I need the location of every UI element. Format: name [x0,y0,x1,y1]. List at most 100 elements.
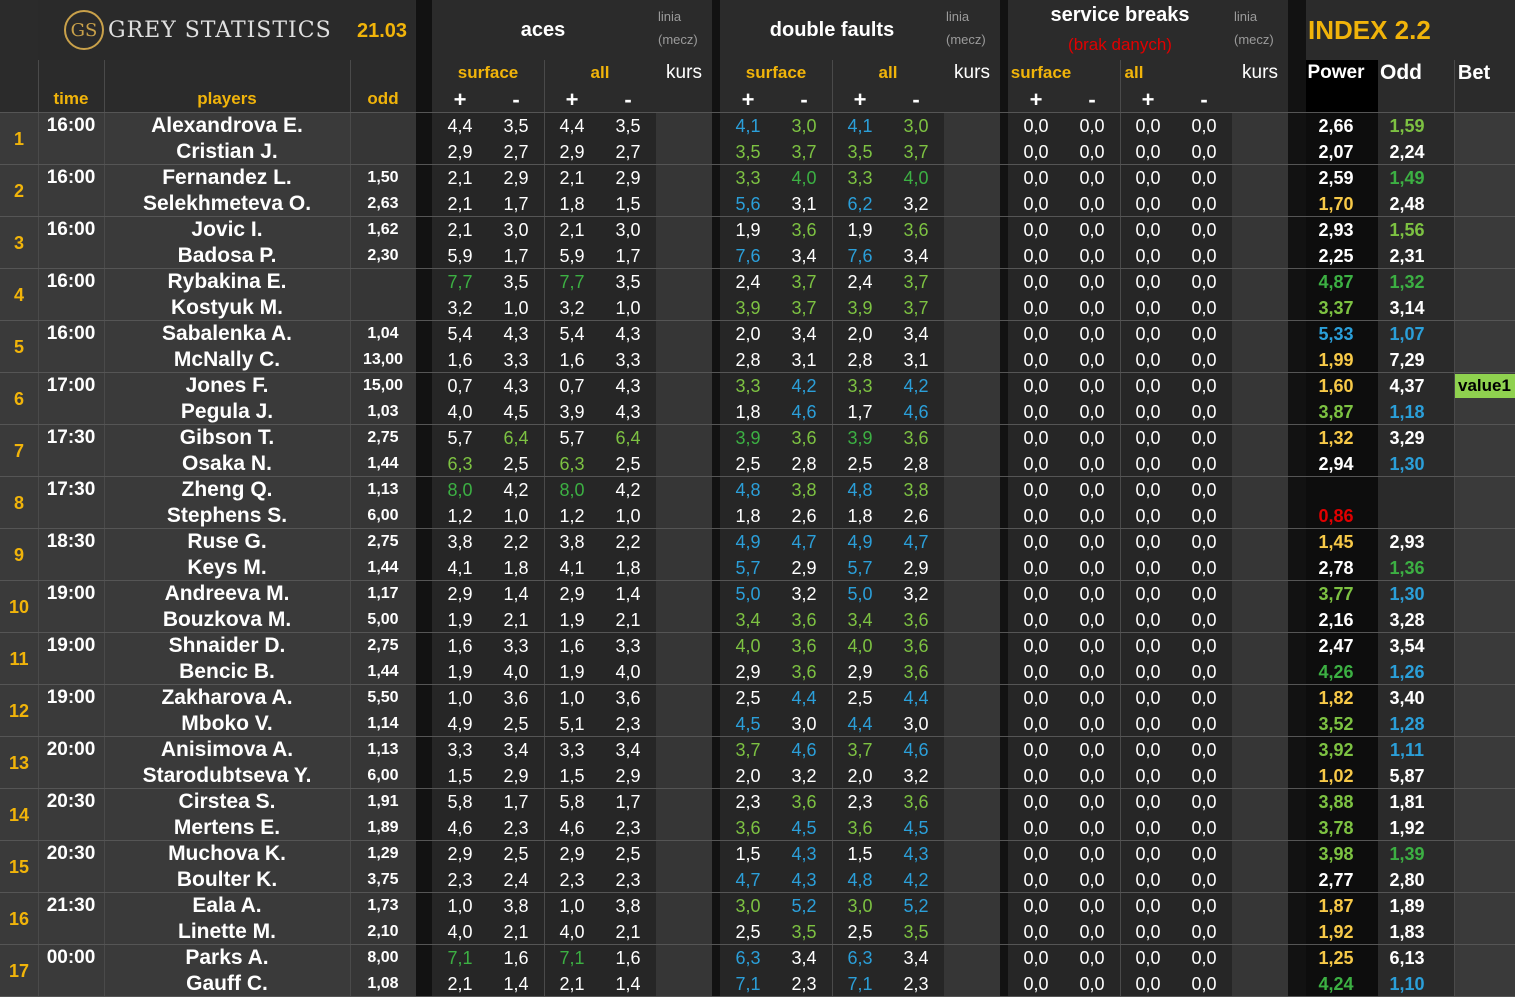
player-name[interactable]: Linette M. [104,919,350,945]
double-faults-value: 3,6 [847,817,873,838]
player-name[interactable]: Badosa P. [104,243,350,269]
aces-value: 1,9 [447,661,473,682]
player-name[interactable]: Sabalenka A. [104,321,350,347]
index-odd-value: 1,30 [1389,583,1425,604]
player-name[interactable]: Shnaider D. [104,633,350,659]
player-name[interactable]: Osaka N. [104,451,350,477]
aces-value: 1,9 [559,661,585,682]
aces-value: 5,4 [559,323,585,344]
power-value: 1,92 [1318,921,1354,942]
player-name[interactable]: Fernandez L. [104,165,350,191]
service-breaks-value: 0,0 [1023,141,1049,162]
double-faults-value: 4,4 [847,713,873,734]
player-name[interactable]: Cirstea S. [104,789,350,815]
player-name[interactable]: Starodubtseva Y. [104,763,350,789]
player-name[interactable]: Zakharova A. [104,685,350,711]
double-faults-value: 2,3 [847,791,873,812]
service-breaks-value: 0,0 [1191,609,1217,630]
double-faults-value: 2,0 [847,765,873,786]
player-name[interactable]: Andreeva M. [104,581,350,607]
power-value: 0,86 [1318,505,1354,526]
player-name[interactable]: Anisimova A. [104,737,350,763]
double-faults-value: 4,7 [791,531,817,552]
aces-value: 4,1 [447,557,473,578]
double-faults-value: 2,8 [791,453,817,474]
player-name[interactable]: Muchova K. [104,841,350,867]
player-name[interactable]: Boulter K. [104,867,350,893]
double-faults-value: 3,7 [791,141,817,162]
player-name[interactable]: Cristian J. [104,139,350,165]
player-name[interactable]: Bencic B. [104,659,350,685]
player-name[interactable]: Jovic I. [104,217,350,243]
double-faults-value: 3,2 [903,583,929,604]
aces-value: 1,0 [447,687,473,708]
double-faults-value: 3,9 [735,297,761,318]
match-time: 16:00 [46,115,96,136]
service-breaks-value: 0,0 [1135,297,1161,318]
double-faults-value: 3,2 [791,583,817,604]
player-name[interactable]: Bouzkova M. [104,607,350,633]
player-name[interactable]: Kostyuk M. [104,295,350,321]
aces-value: 6,3 [447,453,473,474]
double-faults-value: 1,9 [735,219,761,240]
row-number: 1 [13,128,24,149]
player-name[interactable]: Gibson T. [104,425,350,451]
index-odd-value [1378,503,1436,529]
player-name[interactable]: Gauff C. [104,971,350,997]
match-time: 16:00 [46,219,96,240]
aces-kurs-column [656,113,712,997]
double-faults-value: 2,0 [847,323,873,344]
match-time: 16:00 [46,271,96,292]
player-name[interactable]: Pegula J. [104,399,350,425]
player-name[interactable]: Jones F. [104,373,350,399]
service-breaks-value: 0,0 [1079,557,1105,578]
aces-value: 5,9 [559,245,585,266]
double-faults-value: 3,3 [847,375,873,396]
player-name[interactable]: Alexandrova E. [104,113,350,139]
match-time: 17:00 [46,375,96,396]
power-value: 2,16 [1318,609,1354,630]
service-breaks-value: 0,0 [1191,895,1217,916]
player-name[interactable]: Ruse G. [104,529,350,555]
player-name[interactable]: Mboko V. [104,711,350,737]
double-faults-value: 2,8 [903,453,929,474]
separator [712,0,720,997]
service-breaks-value: 0,0 [1135,765,1161,786]
service-breaks-value: 0,0 [1079,973,1105,994]
aces-value: 7,1 [559,947,585,968]
index-odd-value: 1,56 [1389,219,1425,240]
service-breaks-value: 0,0 [1135,635,1161,656]
aces-value: 2,9 [615,765,641,786]
player-name[interactable]: McNally C. [104,347,350,373]
service-breaks-value: 0,0 [1135,141,1161,162]
service-breaks-value: 0,0 [1023,947,1049,968]
player-name[interactable]: Mertens E. [104,815,350,841]
player-name[interactable]: Rybakina E. [104,269,350,295]
aces-value: 1,9 [559,609,585,630]
power-value: 1,02 [1318,765,1354,786]
double-faults-value: 4,8 [847,869,873,890]
player-name[interactable]: Zheng Q. [104,477,350,503]
aces-value: 3,3 [615,635,641,656]
aces-value: 1,7 [615,791,641,812]
service-breaks-value: 0,0 [1135,791,1161,812]
aces-value: 1,4 [503,583,529,604]
aces-value: 1,0 [447,895,473,916]
double-faults-value: 3,8 [791,479,817,500]
bookmaker-odd: 1,03 [367,403,399,420]
player-name[interactable]: Eala A. [104,893,350,919]
double-faults-value: 5,7 [735,557,761,578]
player-name[interactable]: Keys M. [104,555,350,581]
aces-value: 2,3 [447,869,473,890]
service-breaks-value: 0,0 [1135,661,1161,682]
aces-value: 4,6 [447,817,473,838]
player-name[interactable]: Stephens S. [104,503,350,529]
service-breaks-value: 0,0 [1023,921,1049,942]
service-breaks-value: 0,0 [1135,609,1161,630]
aces-value: 1,6 [559,349,585,370]
double-faults-value: 3,6 [903,609,929,630]
aces-value: 3,5 [615,271,641,292]
player-name[interactable]: Selekhmeteva O. [104,191,350,217]
player-name[interactable]: Parks A. [104,945,350,971]
bookmaker-odd: 2,10 [367,923,399,940]
